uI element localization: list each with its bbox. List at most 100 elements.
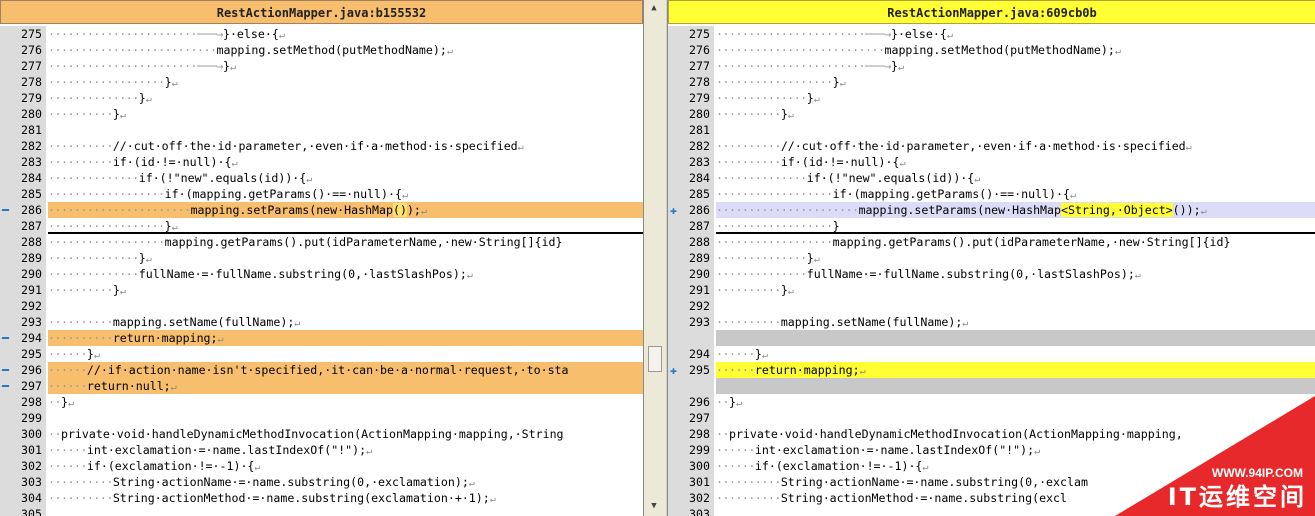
code-line[interactable]: 278 ··················}↵ — [0, 74, 643, 90]
code-text[interactable]: ··········}↵ — [716, 106, 1315, 122]
left-diff-pane[interactable]: RestActionMapper.java:b155532 275 ·······… — [0, 0, 644, 516]
code-line[interactable]: 282 ··········//·cut·off·the·id·parameter… — [0, 138, 643, 154]
code-text[interactable]: ··············}↵ — [716, 90, 1315, 106]
code-line[interactable]: 280 ··········}↵ — [668, 106, 1315, 122]
code-text[interactable]: ··········return·mapping;↵ — [48, 330, 643, 346]
code-line[interactable]: 290 ··············fullName·=·fullName.sub… — [668, 266, 1315, 282]
code-line[interactable]: 294 ······}↵ — [668, 346, 1315, 362]
code-text[interactable]: ·······················───→}↵ — [716, 58, 1315, 74]
code-line[interactable]: 285 ··················if·(mapping.getPara… — [0, 186, 643, 202]
code-text[interactable] — [48, 410, 643, 426]
code-text[interactable]: ······················mapping.setParams(… — [48, 202, 643, 218]
code-text[interactable]: ··············if·(!"new".equals(id))·{↵ — [48, 170, 643, 186]
code-text[interactable] — [48, 298, 643, 314]
left-code-lines[interactable]: 275 ·······················───→}·else·{↵ 2… — [0, 26, 643, 516]
code-line[interactable]: ━ 286 ······················mapping.setPar… — [0, 202, 643, 218]
code-text[interactable]: ··········}↵ — [716, 282, 1315, 298]
code-text[interactable]: ··············}↵ — [48, 90, 643, 106]
code-line[interactable]: 278 ··················}↵ — [668, 74, 1315, 90]
code-line[interactable]: 277 ·······················───→}↵ — [668, 58, 1315, 74]
code-line[interactable]: 299 — [0, 410, 643, 426]
code-text[interactable] — [716, 378, 1315, 394]
code-line[interactable]: ✚ 286 ······················mapping.setPar… — [668, 202, 1315, 218]
code-text[interactable]: ··········String·actionName·=·name.subst… — [48, 474, 643, 490]
code-text[interactable]: ······return·null;↵ — [48, 378, 643, 394]
code-line[interactable]: 284 ··············if·(!"new".equals(id))·… — [668, 170, 1315, 186]
code-line[interactable]: 279 ··············}↵ — [668, 90, 1315, 106]
code-text[interactable]: ··········}↵ — [48, 282, 643, 298]
code-line[interactable]: 275 ·······················───→}·else·{↵ — [0, 26, 643, 42]
scroll-up-arrow-icon[interactable]: ▲ — [648, 2, 660, 14]
code-line[interactable]: ━ 294 ··········return·mapping;↵ — [0, 330, 643, 346]
code-line[interactable]: 289 ··············}↵ — [0, 250, 643, 266]
code-line[interactable]: 300 ··private·void·handleDynamicMethodInv… — [0, 426, 643, 442]
code-text[interactable]: ·······················───→}↵ — [48, 58, 643, 74]
code-text[interactable]: ··················}↵ — [48, 218, 643, 234]
code-text[interactable] — [48, 122, 643, 138]
code-line[interactable]: 292 — [668, 298, 1315, 314]
scroll-thumb[interactable] — [648, 346, 662, 372]
code-line[interactable]: 293 ··········mapping.setName(fullName);↵ — [0, 314, 643, 330]
code-line[interactable]: 275 ·······················───→}·else·{↵ — [668, 26, 1315, 42]
scroll-down-arrow-icon[interactable]: ▼ — [648, 500, 660, 512]
code-line[interactable]: 284 ··············if·(!"new".equals(id))·… — [0, 170, 643, 186]
code-line[interactable]: 304 ··········String·actionMethod·=·name.… — [0, 490, 643, 506]
code-line[interactable]: ━ 296 ······//·if·action·name·isn't·specif… — [0, 362, 643, 378]
code-text[interactable]: ··················if·(mapping.getParams(… — [716, 186, 1315, 202]
code-text[interactable]: ··········}↵ — [48, 106, 643, 122]
code-line[interactable]: 290 ··············fullName·=·fullName.sub… — [0, 266, 643, 282]
code-text[interactable]: ··························mapping.setMet… — [716, 42, 1315, 58]
code-text[interactable]: ··········if·(id·!=·null)·{↵ — [716, 154, 1315, 170]
code-text[interactable]: ··········//·cut·off·the·id·parameter,·e… — [716, 138, 1315, 154]
code-line[interactable]: 298 ··}↵ — [0, 394, 643, 410]
code-line[interactable] — [668, 378, 1315, 394]
code-text[interactable]: ··········mapping.setName(fullName);↵ — [48, 314, 643, 330]
code-line[interactable]: 289 ··············}↵ — [668, 250, 1315, 266]
code-line[interactable]: 301 ······int·exclamation·=·name.lastInde… — [0, 442, 643, 458]
code-text[interactable]: ··········//·cut·off·the·id·parameter,·e… — [48, 138, 643, 154]
code-text[interactable]: ······int·exclamation·=·name.lastIndexOf… — [48, 442, 643, 458]
code-line[interactable]: 291 ··········}↵ — [668, 282, 1315, 298]
code-line[interactable]: 276 ··························mapping.set… — [668, 42, 1315, 58]
code-text[interactable]: ··············if·(!"new".equals(id))·{↵ — [716, 170, 1315, 186]
code-text[interactable]: ······················mapping.setParams(… — [716, 202, 1315, 218]
code-line[interactable]: 282 ··········//·cut·off·the·id·parameter… — [668, 138, 1315, 154]
code-line[interactable]: 292 — [0, 298, 643, 314]
code-line[interactable]: 287 ··················} — [668, 218, 1315, 234]
code-text[interactable]: ··········if·(id·!=·null)·{↵ — [48, 154, 643, 170]
code-line[interactable]: 303 ··········String·actionName·=·name.su… — [0, 474, 643, 490]
code-text[interactable]: ··················}↵ — [716, 74, 1315, 90]
code-line[interactable]: 276 ··························mapping.set… — [0, 42, 643, 58]
code-text[interactable]: ··············}↵ — [716, 250, 1315, 266]
code-text[interactable]: ··················if·(mapping.getParams(… — [48, 186, 643, 202]
code-text[interactable]: ··········mapping.setName(fullName);↵ — [716, 314, 1315, 330]
code-line[interactable]: 288 ··················mapping.getParams()… — [0, 234, 643, 250]
code-line[interactable]: 279 ··············}↵ — [0, 90, 643, 106]
code-text[interactable]: ··············}↵ — [48, 250, 643, 266]
code-text[interactable]: ··············fullName·=·fullName.substr… — [716, 266, 1315, 282]
code-line[interactable]: 277 ·······················───→}↵ — [0, 58, 643, 74]
code-text[interactable] — [48, 506, 643, 516]
code-line[interactable]: 291 ··········}↵ — [0, 282, 643, 298]
code-text[interactable] — [716, 298, 1315, 314]
code-line[interactable]: 295 ······}↵ — [0, 346, 643, 362]
code-text[interactable]: ··············fullName·=·fullName.substr… — [48, 266, 643, 282]
code-line[interactable]: 302 ······if·(exclamation·!=·-1)·{↵ — [0, 458, 643, 474]
code-text[interactable]: ··private·void·handleDynamicMethodInvoca… — [48, 426, 643, 442]
code-text[interactable]: ······}↵ — [48, 346, 643, 362]
code-line[interactable]: 283 ··········if·(id·!=·null)·{↵ — [0, 154, 643, 170]
code-line[interactable]: 288 ··················mapping.getParams()… — [668, 234, 1315, 250]
code-line[interactable]: ✚ 295 ······return·mapping;↵ — [668, 362, 1315, 378]
code-line[interactable]: ━ 297 ······return·null;↵ — [0, 378, 643, 394]
code-text[interactable]: ··························mapping.setMet… — [48, 42, 643, 58]
code-text[interactable]: ·······················───→}·else·{↵ — [716, 26, 1315, 42]
code-text[interactable]: ······}↵ — [716, 346, 1315, 362]
code-text[interactable]: ··················} — [716, 218, 1315, 234]
code-text[interactable]: ······//·if·action·name·isn't·specified,… — [48, 362, 643, 378]
code-line[interactable]: 287 ··················}↵ — [0, 218, 643, 234]
code-line[interactable]: 283 ··········if·(id·!=·null)·{↵ — [668, 154, 1315, 170]
code-text[interactable]: ······if·(exclamation·!=·-1)·{↵ — [48, 458, 643, 474]
code-text[interactable]: ··················}↵ — [48, 74, 643, 90]
code-text[interactable]: ······return·mapping;↵ — [716, 362, 1315, 378]
code-text[interactable]: ··················mapping.getParams().pu… — [716, 234, 1315, 250]
